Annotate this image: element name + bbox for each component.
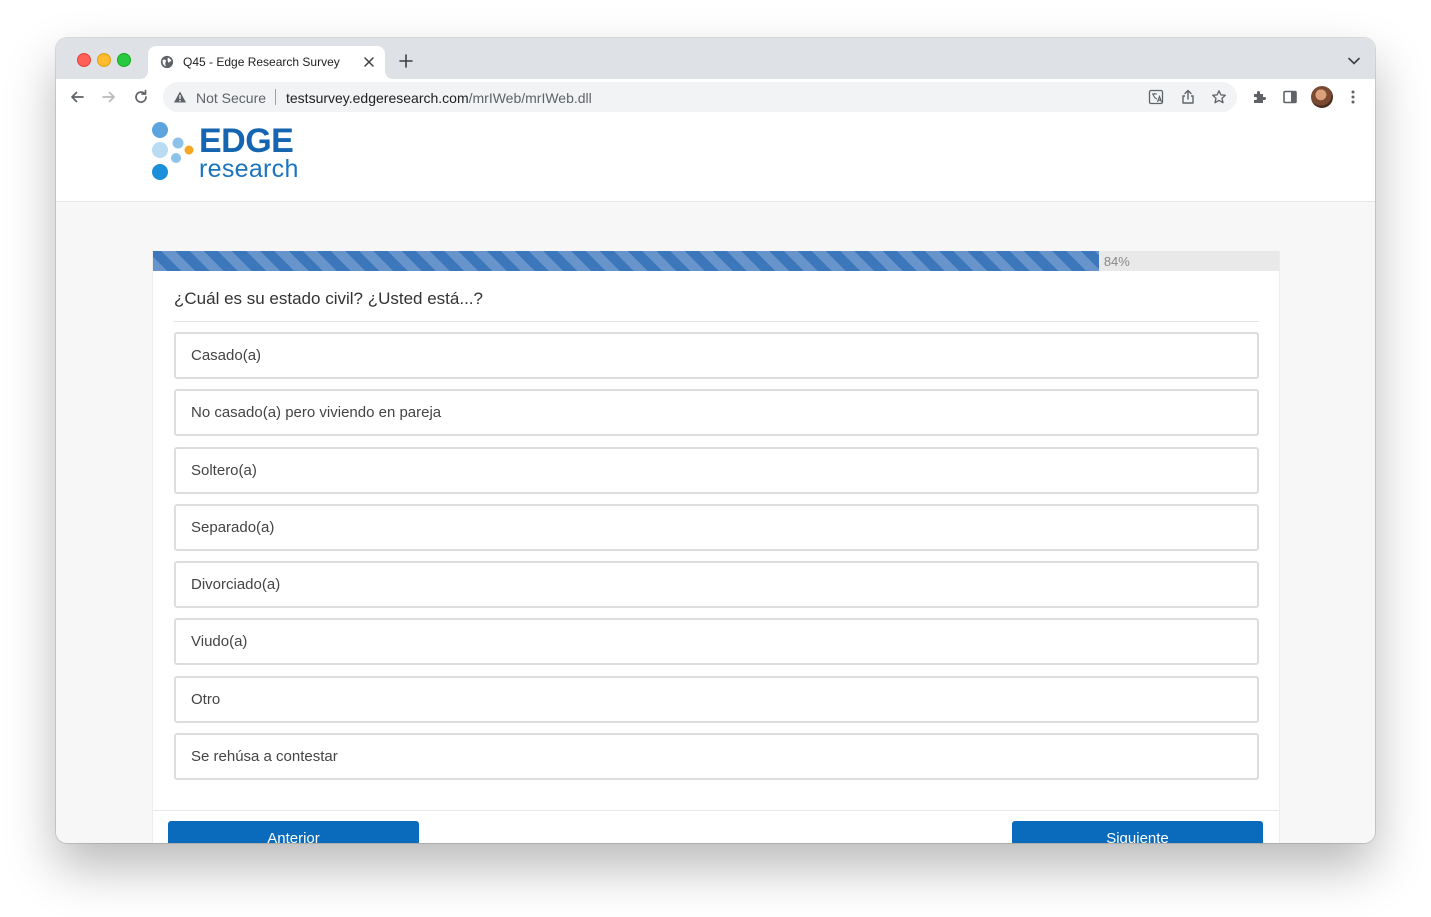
answer-option-label: Divorciado(a) — [191, 576, 281, 594]
progress-bar: 84% — [153, 251, 1279, 271]
close-tab-icon[interactable] — [363, 56, 375, 68]
url-text[interactable]: testsurvey.edgeresearch.com/mrIWeb/mrIWe… — [286, 90, 592, 106]
question-text: ¿Cuál es su estado civil? ¿Usted está...… — [174, 289, 483, 308]
minimize-window-button[interactable] — [97, 53, 111, 67]
close-window-button[interactable] — [77, 53, 91, 67]
question-divider — [174, 321, 1259, 322]
new-tab-icon[interactable] — [399, 54, 413, 68]
answer-option[interactable]: Separado(a) — [174, 503, 1259, 551]
answer-option[interactable]: Se rehúsa a contestar — [174, 733, 1259, 781]
extensions-puzzle-icon[interactable] — [1251, 89, 1267, 105]
tab-search-chevron-icon[interactable] — [1348, 57, 1360, 65]
page-content: EDGE research 84% ¿Cuál es su estado civ… — [56, 116, 1375, 843]
globe-icon — [160, 55, 174, 69]
answer-options: Casado(a) No casado(a) pero viviendo en … — [174, 332, 1259, 790]
browser-toolbar: Not Secure testsurvey.edgeresearch.com/m… — [56, 79, 1375, 117]
active-tab[interactable]: Q45 - Edge Research Survey — [140, 46, 393, 79]
url-path: /mrIWeb/mrIWeb.dll — [468, 90, 592, 106]
answer-option-label: Soltero(a) — [191, 461, 257, 479]
answer-option-label: Separado(a) — [191, 518, 275, 536]
zoom-window-button[interactable] — [117, 53, 131, 67]
next-button[interactable]: Siguiente — [1012, 821, 1263, 843]
warning-icon[interactable] — [173, 90, 187, 104]
answer-option-label: No casado(a) pero viviendo en pareja — [191, 404, 442, 422]
answer-option-label: Otro — [191, 690, 221, 708]
logo-wordmark-research: research — [199, 155, 299, 183]
logo-wordmark-edge: EDGE — [199, 122, 294, 160]
more-menu-icon[interactable] — [1345, 89, 1361, 105]
answer-option[interactable]: Soltero(a) — [174, 446, 1259, 494]
tab-title: Q45 - Edge Research Survey — [183, 55, 340, 69]
answer-option[interactable]: Divorciado(a) — [174, 561, 1259, 609]
address-bar[interactable]: Not Secure testsurvey.edgeresearch.com/m… — [163, 82, 1237, 112]
url-host: testsurvey.edgeresearch.com — [286, 90, 469, 106]
answer-option[interactable]: Otro — [174, 675, 1259, 723]
answer-option-label: Casado(a) — [191, 347, 262, 364]
footer-divider — [153, 810, 1279, 811]
share-icon[interactable] — [1180, 89, 1196, 105]
answer-option[interactable]: No casado(a) pero viviendo en pareja — [174, 389, 1259, 437]
reload-icon[interactable] — [133, 89, 149, 105]
translate-icon[interactable] — [1148, 89, 1164, 105]
profile-avatar[interactable] — [1311, 86, 1333, 108]
progress-label: 84% — [1103, 254, 1130, 269]
side-panel-icon[interactable] — [1282, 89, 1298, 105]
previous-button[interactable]: Anterior — [168, 821, 419, 843]
answer-option-label: Se rehúsa a contestar — [191, 748, 338, 766]
bookmark-star-icon[interactable] — [1211, 89, 1227, 105]
forward-arrow-icon[interactable] — [101, 89, 117, 105]
answer-option-label: Viudo(a) — [191, 633, 248, 651]
answer-option[interactable]: Casado(a) — [174, 332, 1259, 379]
omnibox-divider — [275, 89, 276, 105]
security-label[interactable]: Not Secure — [196, 90, 266, 106]
back-arrow-icon[interactable] — [69, 89, 85, 105]
browser-window: Q45 - Edge Research Survey Not Secure te… — [56, 38, 1375, 843]
edge-research-logo-icon — [152, 122, 194, 180]
answer-option[interactable]: Viudo(a) — [174, 618, 1259, 666]
site-header: EDGE research — [56, 116, 1375, 202]
survey-card: 84% ¿Cuál es su estado civil? ¿Usted est… — [152, 251, 1280, 843]
tab-strip: Q45 - Edge Research Survey — [56, 38, 1375, 79]
progress-fill — [153, 251, 1099, 271]
